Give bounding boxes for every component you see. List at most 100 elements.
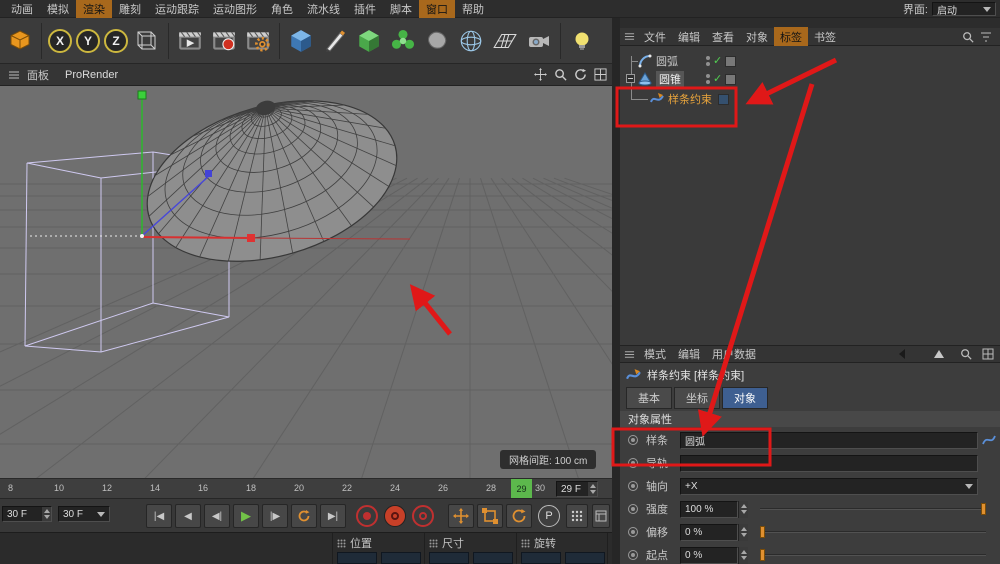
offset-field[interactable]: 0 %: [680, 523, 738, 541]
panel-menu-icon[interactable]: [624, 31, 635, 42]
tab-prorender[interactable]: ProRender: [65, 69, 118, 81]
next-frame-button[interactable]: |▶: [262, 504, 288, 528]
scale-tool-icon[interactable]: [477, 504, 503, 528]
goto-end-button[interactable]: ▶|: [320, 504, 346, 528]
rotation-p-field[interactable]: [565, 552, 605, 564]
field-plane-icon[interactable]: [490, 25, 520, 57]
collapse-expander[interactable]: [626, 74, 635, 83]
coordinate-system-icon[interactable]: [132, 25, 162, 57]
object-name[interactable]: 圆锥: [656, 71, 684, 87]
previous-key-button[interactable]: ◀: [175, 504, 201, 528]
phong-tag-icon[interactable]: [725, 55, 737, 67]
animation-dot-icon[interactable]: [628, 504, 638, 514]
size-y-field[interactable]: [473, 552, 513, 564]
tab-object[interactable]: 对象: [722, 387, 768, 409]
rail-link-field[interactable]: [680, 454, 978, 472]
panel-divider[interactable]: [612, 18, 620, 564]
object-row-cone[interactable]: 圆锥 ✓: [620, 70, 1000, 88]
viewport-menu-icon[interactable]: [6, 67, 21, 82]
start-slider[interactable]: [760, 554, 986, 556]
autokeying-button[interactable]: [384, 505, 406, 527]
pan-view-icon[interactable]: [533, 67, 548, 82]
simulate-sphere-icon[interactable]: [456, 25, 486, 57]
om-menu-object[interactable]: 对象: [740, 27, 774, 47]
strength-stepper[interactable]: [738, 500, 748, 518]
spline-link-field[interactable]: 圆弧: [680, 431, 978, 449]
timeline-playhead[interactable]: 29: [511, 479, 532, 499]
start-field[interactable]: 0 %: [680, 546, 738, 564]
menu-sculpt[interactable]: 雕刻: [112, 0, 148, 19]
position-y-field[interactable]: [381, 552, 421, 564]
visibility-dots-toggle[interactable]: [706, 74, 710, 84]
menu-motion-tracking[interactable]: 运动跟踪: [148, 0, 206, 19]
end-frame-field[interactable]: 30 F: [2, 506, 52, 522]
menu-simulate[interactable]: 模拟: [40, 0, 76, 19]
phong-tag-icon[interactable]: [725, 73, 737, 85]
panel-menu[interactable]: 面板: [27, 67, 49, 83]
primitive-cube-icon[interactable]: [286, 25, 316, 57]
om-menu-view[interactable]: 查看: [706, 27, 740, 47]
workplane-cube-icon[interactable]: [5, 25, 35, 57]
lock-x-axis-button[interactable]: X: [48, 28, 72, 53]
start-slider-knob[interactable]: [760, 549, 765, 561]
fps-dropdown[interactable]: 30 F: [58, 506, 110, 522]
toggle-views-icon[interactable]: [593, 67, 608, 82]
timeline-ruler[interactable]: 8 10 12 14 16 18 20 22 24 26 28 29 30 29…: [0, 478, 612, 499]
om-menu-bookmarks[interactable]: 书签: [808, 27, 842, 47]
object-row-arc[interactable]: 圆弧 ✓: [620, 52, 1000, 70]
menu-animation[interactable]: 动画: [4, 0, 40, 19]
am-menu-edit[interactable]: 编辑: [672, 344, 706, 364]
history-back-icon[interactable]: [896, 348, 908, 360]
om-menu-edit[interactable]: 编辑: [672, 27, 706, 47]
offset-slider[interactable]: [760, 531, 986, 533]
interface-dropdown[interactable]: 启动: [932, 2, 996, 17]
loop-mode-button[interactable]: [291, 504, 317, 528]
offset-stepper[interactable]: [738, 523, 748, 541]
frame-stepper[interactable]: [587, 482, 597, 496]
render-settings-icon[interactable]: [243, 25, 273, 57]
end-frame-stepper[interactable]: [41, 507, 51, 521]
menu-script[interactable]: 脚本: [383, 0, 419, 19]
lock-z-axis-button[interactable]: Z: [104, 28, 128, 53]
animation-dot-icon[interactable]: [628, 550, 638, 560]
mograph-cloner-icon[interactable]: [388, 25, 418, 57]
axis-dropdown[interactable]: +X: [680, 477, 978, 495]
render-to-picture-viewer-icon[interactable]: [209, 25, 239, 57]
menu-mograph[interactable]: 运动图形: [206, 0, 264, 19]
filter-icon[interactable]: [980, 31, 992, 43]
om-menu-file[interactable]: 文件: [638, 27, 672, 47]
om-menu-tags[interactable]: 标签: [774, 26, 808, 47]
size-x-field[interactable]: [429, 552, 469, 564]
start-stepper[interactable]: [738, 546, 748, 564]
animation-dot-icon[interactable]: [628, 458, 638, 468]
zoom-view-icon[interactable]: [553, 67, 568, 82]
animation-dot-icon[interactable]: [628, 527, 638, 537]
spline-pen-icon[interactable]: [320, 25, 350, 57]
enable-check-icon[interactable]: ✓: [713, 73, 722, 85]
play-button[interactable]: ▶: [233, 504, 259, 528]
subdivision-surface-icon[interactable]: [354, 25, 384, 57]
keyframe-selection-button[interactable]: [412, 505, 434, 527]
position-x-field[interactable]: [337, 552, 377, 564]
strength-field[interactable]: 100 %: [680, 500, 738, 518]
menu-render[interactable]: 渲染: [76, 0, 112, 19]
projection-button[interactable]: P: [538, 505, 560, 527]
tab-coordinates[interactable]: 坐标: [674, 387, 720, 409]
rotation-h-field[interactable]: [521, 552, 561, 564]
object-properties-section[interactable]: 对象属性: [620, 411, 1000, 427]
object-row-spline-constraint[interactable]: 样条约束: [620, 90, 1000, 108]
object-name[interactable]: 样条约束: [668, 91, 712, 107]
current-frame-field[interactable]: 29 F: [556, 481, 598, 497]
menu-help[interactable]: 帮助: [455, 0, 491, 19]
panel-layout-icon[interactable]: [592, 504, 610, 528]
3d-viewport[interactable]: 网格间距: 100 cm: [0, 86, 612, 478]
rotate-tool-icon[interactable]: [506, 504, 532, 528]
tab-basic[interactable]: 基本: [626, 387, 672, 409]
previous-frame-button[interactable]: ◀|: [204, 504, 230, 528]
move-tool-icon[interactable]: [448, 504, 474, 528]
record-keyframe-button[interactable]: [356, 505, 378, 527]
search-icon[interactable]: [960, 348, 972, 360]
search-icon[interactable]: [962, 31, 974, 43]
enable-check-icon[interactable]: ✓: [713, 55, 722, 67]
light-bulb-icon[interactable]: [567, 25, 597, 57]
